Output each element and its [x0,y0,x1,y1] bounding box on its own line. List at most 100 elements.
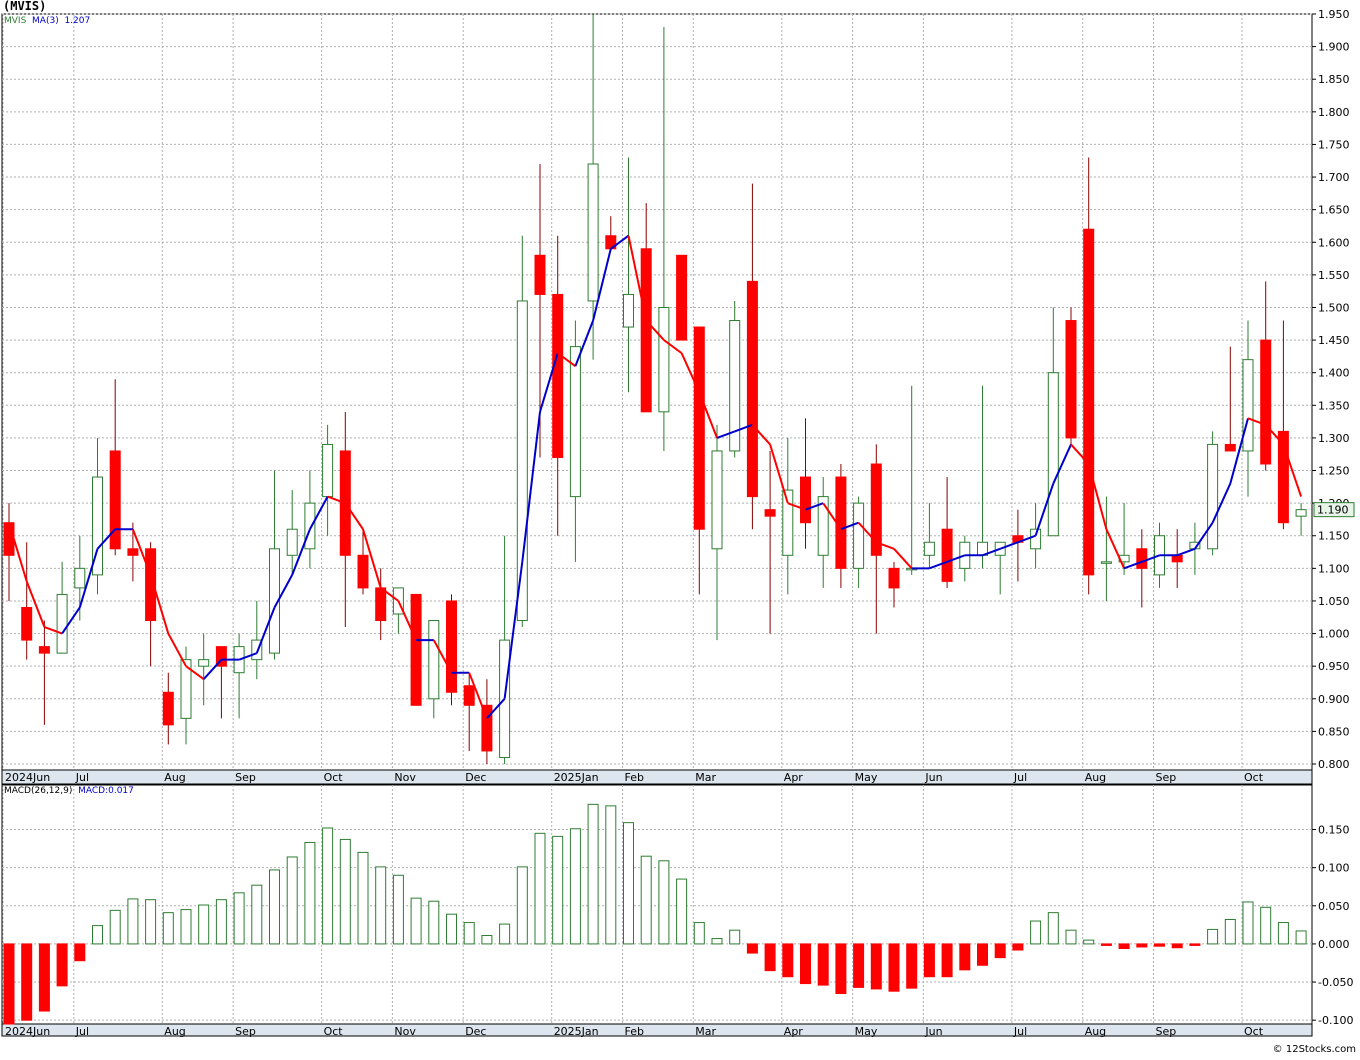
macd-month-label: Jul [75,1025,89,1038]
macd-y-label: 0.000 [1318,938,1350,951]
macd-month-label: Dec [465,1025,486,1038]
macd-bar [1171,943,1183,949]
price-y-label: 1.850 [1318,73,1350,86]
macd-bar [162,912,174,945]
price-month-label: 2025Jan [554,771,599,784]
price-month-label: Nov [394,771,416,784]
macd-bar [782,943,794,978]
candle-body [446,600,457,693]
macd-bar [746,943,758,954]
candle-body [853,502,865,569]
macd-bar [481,935,493,945]
candle-body [198,659,210,667]
macd-bar [764,943,776,972]
macd-month-label: Jul [1013,1025,1027,1038]
macd-bar [339,838,351,945]
legend-ma-value: 1.207 [64,16,91,26]
macd-y-label: -0.050 [1318,976,1353,989]
macd-bar [180,909,192,945]
macd-bar [906,943,918,989]
price-y-label: 0.950 [1318,660,1350,673]
price-month-label: Aug [164,771,185,784]
macd-bar [357,851,369,945]
price-month-label: Sep [1156,771,1177,784]
macd-bar [676,878,688,945]
macd-y-label: 0.150 [1318,824,1350,837]
price-month-label: Oct [324,771,344,784]
price-month-label: Feb [625,771,644,784]
macd-bar [888,943,900,992]
candle-body [1207,443,1219,550]
candle-body [1224,443,1236,452]
candle-body [1065,320,1077,439]
legend-ma-label: MA(3) [32,16,59,26]
macd-y-label: -0.100 [1318,1014,1353,1027]
macd-month-label: Aug [164,1025,185,1038]
macd-bar [410,897,422,945]
macd-bar [1242,901,1254,945]
chart-stage: 1.950 1.900 1.850 1.800 1.750 1.700 1.650 1.600… [0,0,1360,1056]
price-month-label: Dec [465,771,486,784]
macd-bar [623,822,634,945]
macd-bar [56,943,68,987]
macd-bar [21,943,33,1021]
price-y-label: 0.900 [1318,693,1350,706]
macd-bar [516,866,528,945]
macd-bar [552,835,564,945]
macd-bar [959,943,971,971]
candle-body [941,528,953,582]
candle-body [357,554,369,589]
price-month-label: Aug [1085,771,1106,784]
price-y-label: 1.900 [1318,41,1350,54]
stock-chart: 1.950 1.900 1.850 1.800 1.750 1.700 1.650 1.600… [1,8,1355,1038]
candle-body [428,620,440,700]
candle-body [534,254,546,295]
candle-body [3,522,15,556]
macd-bar [1047,912,1059,945]
macd-bar [145,899,157,945]
price-month-label: Mar [695,771,716,784]
candle-body [304,502,316,550]
macd-bar [1295,930,1307,945]
macd-bar [251,884,263,945]
macd-bar [215,899,227,945]
price-month-label: 2024Jun [5,771,50,784]
macd-bar [1136,943,1148,948]
macd-month-label: 2025Jan [554,1025,599,1038]
price-legend: MVIS MA(3) 1.207 [4,16,90,26]
macd-bar [923,943,935,978]
price-month-label: Oct [1244,771,1264,784]
macd-bar [269,869,280,945]
candle-body [569,346,581,498]
macd-bar [233,892,245,945]
macd-bar [1118,943,1130,949]
macd-panel [1,784,1313,1025]
macd-bar [392,874,404,945]
candle-body [74,567,86,589]
price-y-label: 1.100 [1318,562,1350,575]
candle-body [127,548,139,556]
macd-month-label: Sep [1156,1025,1177,1038]
price-y-label: 1.300 [1318,432,1350,445]
macd-bar [729,929,741,945]
macd-month-label: Sep [235,1025,256,1038]
macd-y-label: 0.100 [1318,862,1350,875]
macd-bar [817,943,829,986]
candle-body [676,254,688,341]
macd-bar [428,900,440,945]
candle-body [623,293,634,328]
macd-bar [870,943,882,990]
candle-body [587,163,599,302]
price-y-label: 1.700 [1318,171,1350,184]
macd-bar [198,904,210,945]
price-y-label: 1.000 [1318,628,1350,641]
price-y-label: 1.400 [1318,367,1350,380]
price-y-label: 1.500 [1318,301,1350,314]
legend-macd-label: MACD(26,12,9) [4,786,73,796]
price-y-label: 1.350 [1318,399,1350,412]
price-y-label: 1.250 [1318,465,1350,478]
candle-body [640,248,652,413]
candle-body [21,606,33,641]
macd-bar [1277,922,1289,945]
price-panel [1,13,1313,771]
